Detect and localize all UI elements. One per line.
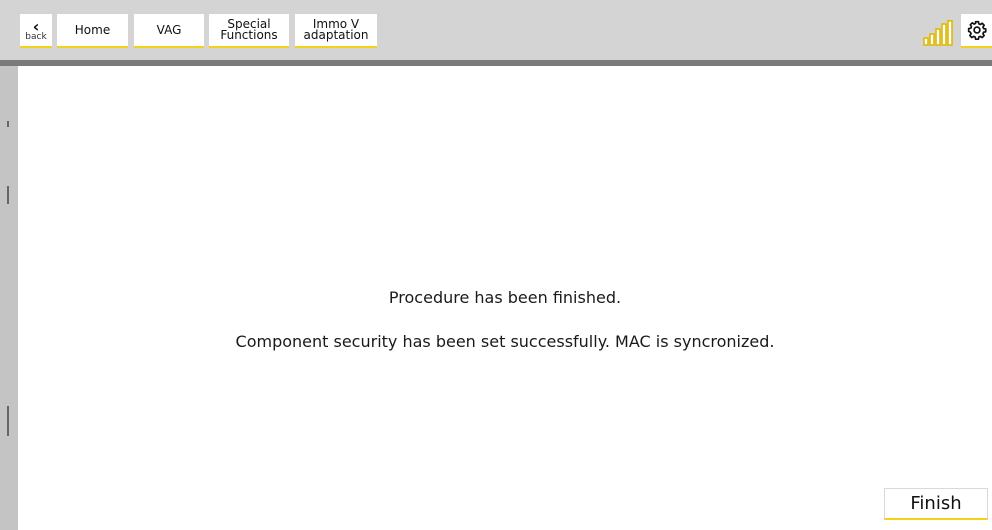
signal-strength-icon <box>923 20 953 46</box>
breadcrumb-home-label: Home <box>74 22 111 37</box>
back-label: back <box>25 31 47 42</box>
chevron-left-icon: ‹ <box>32 16 40 36</box>
breadcrumb-immo-adaptation-label: Immo V adaptation <box>303 17 369 42</box>
status-message-title: Procedure has been finished. <box>388 288 622 307</box>
status-message-detail: Component security has been set successf… <box>235 332 775 351</box>
left-edge-strip <box>0 66 18 530</box>
breadcrumb-vag[interactable]: VAG <box>134 14 204 48</box>
finish-button[interactable]: Finish <box>884 488 988 520</box>
breadcrumb-immo-adaptation[interactable]: Immo V adaptation <box>295 14 377 48</box>
gear-icon <box>967 20 987 40</box>
breadcrumb-vag-label: VAG <box>156 22 182 37</box>
top-toolbar: ‹ back Home VAG Special Functions Immo V… <box>0 0 992 60</box>
breadcrumb-special-functions[interactable]: Special Functions <box>209 14 289 48</box>
edge-tick <box>7 406 9 436</box>
main-content: Procedure has been finished. Component s… <box>18 66 992 530</box>
edge-tick <box>7 121 9 127</box>
settings-button[interactable] <box>961 14 992 48</box>
app-window: ‹ back Home VAG Special Functions Immo V… <box>0 0 992 530</box>
breadcrumb-special-functions-label: Special Functions <box>220 17 278 42</box>
back-button[interactable]: ‹ back <box>20 14 52 48</box>
edge-tick <box>7 186 9 204</box>
breadcrumb-home[interactable]: Home <box>57 14 128 48</box>
